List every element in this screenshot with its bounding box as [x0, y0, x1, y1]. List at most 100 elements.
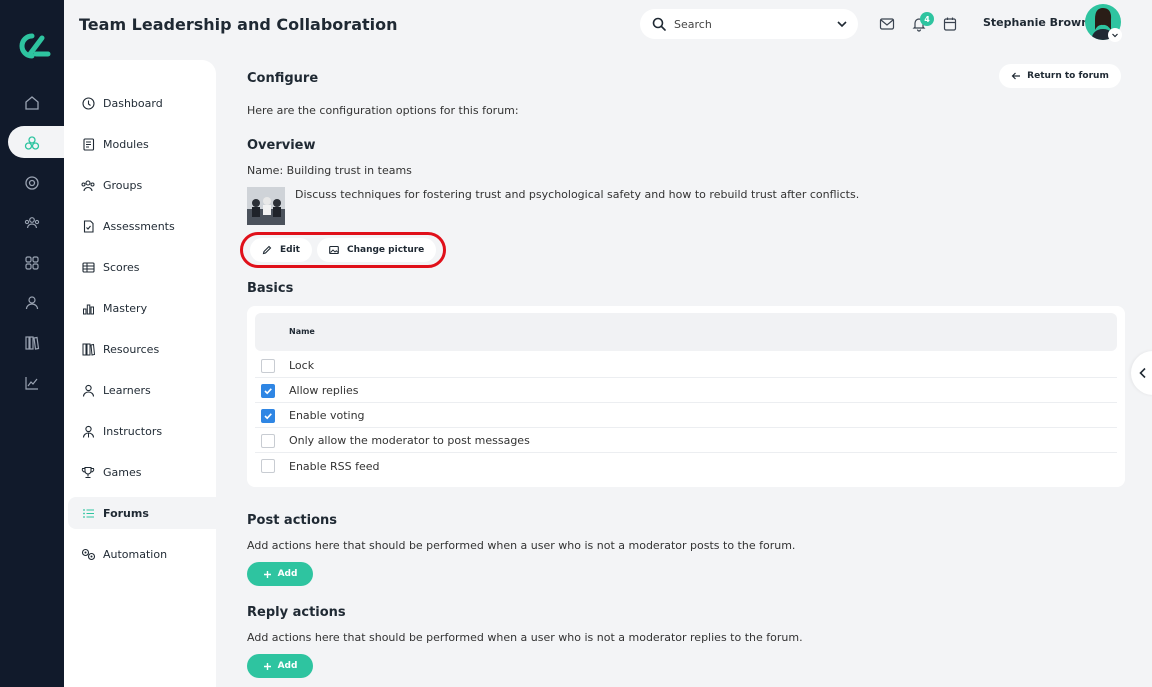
option-label: Allow replies	[289, 384, 359, 397]
library-icon	[80, 341, 96, 357]
add-label: Add	[277, 661, 298, 671]
sidebar-item-dashboard[interactable]: Dashboard	[68, 87, 216, 119]
checkbox-lock[interactable]	[261, 358, 275, 373]
sidebar-item-label: Groups	[103, 178, 143, 192]
sidebar-item-label: Games	[103, 465, 142, 479]
target-icon[interactable]	[20, 171, 44, 195]
option-label: Enable RSS feed	[289, 459, 380, 473]
calendar-icon[interactable]	[942, 16, 958, 32]
check-icon	[264, 412, 272, 419]
sidebar-item-label: Forums	[103, 506, 149, 520]
avatar-chevron-icon[interactable]	[1108, 28, 1122, 42]
mail-icon[interactable]	[879, 16, 895, 32]
highlight-annotation	[240, 232, 446, 268]
sidebar-item-games[interactable]: Games	[68, 456, 216, 488]
sidebar-item-mastery[interactable]: Mastery	[68, 292, 216, 324]
forum-description: Discuss techniques for fostering trust a…	[295, 188, 860, 201]
return-to-forum-button[interactable]: Return to forum	[999, 64, 1121, 88]
sidebar-item-label: Instructors	[103, 424, 163, 438]
option-lock[interactable]: Lock	[255, 354, 1117, 378]
table-icon	[80, 259, 96, 275]
sidebar-item-scores[interactable]: Scores	[68, 251, 216, 283]
sidebar-item-label: Assessments	[103, 219, 175, 233]
page-title: Team Leadership and Collaboration	[79, 15, 398, 34]
list-icon	[80, 505, 96, 521]
sidebar-item-groups[interactable]: Groups	[68, 169, 216, 201]
chevron-left-icon	[1139, 367, 1146, 379]
home-icon[interactable]	[20, 91, 44, 115]
post-actions-heading: Post actions	[247, 513, 338, 528]
automation-icon	[80, 546, 96, 562]
forum-thumbnail	[247, 187, 285, 225]
sidebar-item-resources[interactable]: Resources	[68, 333, 216, 365]
basics-heading: Basics	[247, 281, 294, 296]
books-icon[interactable]	[20, 331, 44, 355]
arrow-left-icon	[1011, 72, 1021, 80]
option-moderator-only[interactable]: Only allow the moderator to post message…	[255, 429, 1117, 453]
sidebar-item-label: Learners	[103, 383, 151, 397]
grid-icon[interactable]	[20, 251, 44, 275]
add-reply-action-button[interactable]: Add	[247, 654, 313, 678]
bar-chart-icon	[80, 300, 96, 316]
cubes-icon[interactable]	[20, 131, 44, 155]
chevron-down-icon[interactable]	[836, 18, 848, 30]
assessment-icon	[80, 218, 96, 234]
option-rss-feed[interactable]: Enable RSS feed	[255, 454, 1117, 478]
add-label: Add	[277, 569, 298, 579]
notification-badge: 4	[920, 12, 934, 26]
top-bar: Team Leadership and Collaboration Search…	[64, 0, 1152, 52]
sidebar-item-assessments[interactable]: Assessments	[68, 210, 216, 242]
search-icon	[652, 17, 666, 31]
option-label: Lock	[289, 359, 315, 372]
checkbox-moderator-only[interactable]	[261, 433, 275, 448]
icon-rail	[0, 0, 64, 687]
return-to-forum-label: Return to forum	[1027, 71, 1109, 81]
option-enable-voting[interactable]: Enable voting	[255, 404, 1117, 428]
main-content: Configure Return to forum Here are the c…	[216, 52, 1152, 687]
groups-icon	[80, 177, 96, 193]
intro-text: Here are the configuration options for t…	[247, 104, 519, 117]
sidebar-item-forums[interactable]: Forums	[68, 497, 216, 529]
sidebar-item-instructors[interactable]: Instructors	[68, 415, 216, 447]
option-label: Enable voting	[289, 409, 365, 422]
reply-actions-heading: Reply actions	[247, 605, 346, 620]
person-icon[interactable]	[20, 291, 44, 315]
sidebar-item-label: Dashboard	[103, 96, 163, 110]
forum-name: Name: Building trust in teams	[247, 164, 412, 177]
sidebar-item-label: Modules	[103, 137, 149, 151]
plus-icon	[263, 662, 271, 670]
column-header-name: Name	[289, 327, 315, 336]
search-label: Search	[674, 17, 712, 31]
post-actions-description: Add actions here that should be performe…	[247, 539, 796, 552]
dashboard-icon	[80, 95, 96, 111]
user-name[interactable]: Stephanie Brown	[983, 16, 1089, 29]
checkbox-enable-voting[interactable]	[261, 408, 275, 423]
people-icon[interactable]	[20, 211, 44, 235]
table-header: Name	[255, 313, 1117, 351]
trophy-icon	[80, 464, 96, 480]
checkbox-rss-feed[interactable]	[261, 459, 275, 473]
sidebar-item-label: Mastery	[103, 301, 148, 315]
reply-actions-description: Add actions here that should be performe…	[247, 631, 803, 644]
sidebar-item-label: Resources	[103, 342, 160, 356]
book-icon	[80, 136, 96, 152]
sidebar-item-modules[interactable]: Modules	[68, 128, 216, 160]
sidebar-item-automation[interactable]: Automation	[68, 538, 216, 570]
plus-icon	[263, 570, 271, 578]
chart-line-icon[interactable]	[20, 371, 44, 395]
add-post-action-button[interactable]: Add	[247, 562, 313, 586]
brand-logo-icon[interactable]	[12, 30, 52, 62]
search-input[interactable]: Search	[640, 9, 858, 39]
option-allow-replies[interactable]: Allow replies	[255, 379, 1117, 403]
option-label: Only allow the moderator to post message…	[289, 434, 530, 447]
sidebar-item-label: Automation	[103, 547, 168, 561]
overview-heading: Overview	[247, 138, 316, 153]
check-icon	[264, 387, 272, 394]
configure-heading: Configure	[247, 71, 319, 86]
basics-card: Name Lock Allow replies Enable voting On…	[247, 306, 1125, 487]
sidebar-item-label: Scores	[103, 260, 140, 274]
checkbox-allow-replies[interactable]	[261, 383, 275, 398]
sidebar-item-learners[interactable]: Learners	[68, 374, 216, 406]
instructor-icon	[80, 423, 96, 439]
learner-icon	[80, 382, 96, 398]
